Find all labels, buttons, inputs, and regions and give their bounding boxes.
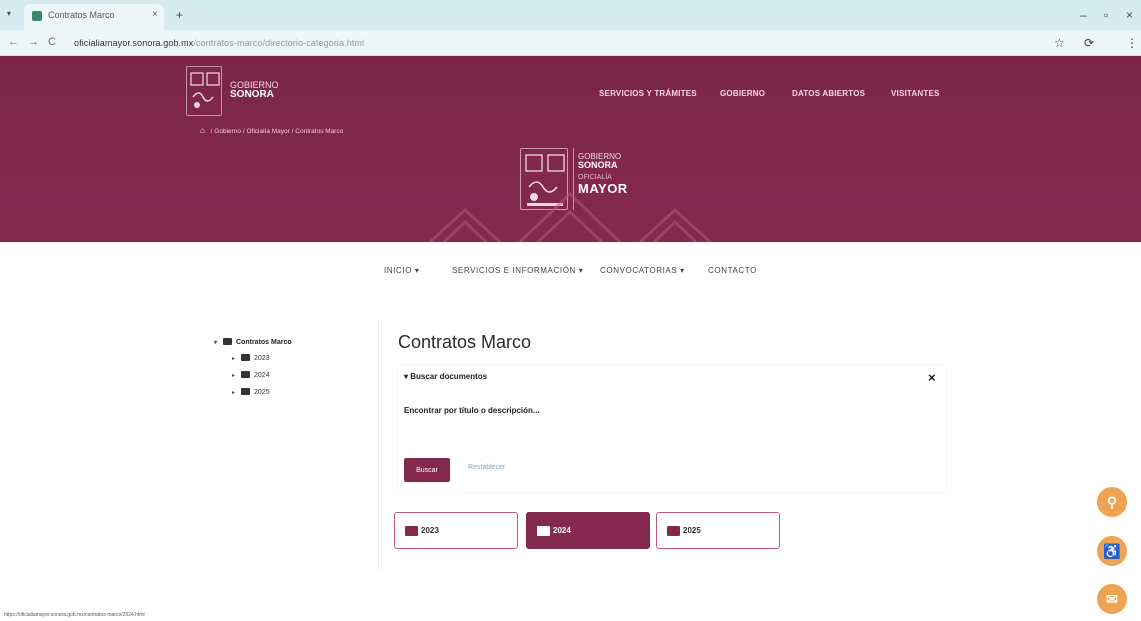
page-title: Contratos Marco xyxy=(398,332,532,352)
new-tab-button[interactable]: + xyxy=(176,8,183,22)
year-card-2024[interactable]: 2024 xyxy=(526,512,650,549)
caret-right-icon[interactable]: ▸ xyxy=(232,356,235,362)
search-label: Encontrar por título o descripción... xyxy=(404,406,540,415)
url-host: oficialiamayor.sonora.gob.mx xyxy=(74,38,194,48)
nav-visitantes[interactable]: VISITANTES xyxy=(891,89,940,98)
year-label: 2023 xyxy=(421,526,439,535)
folder-icon xyxy=(241,388,251,395)
column-divider xyxy=(378,320,379,570)
decorative-pattern-icon xyxy=(428,191,712,242)
tab-close-icon[interactable]: × xyxy=(152,9,158,20)
reset-link[interactable]: Restablecer xyxy=(468,464,505,471)
forward-icon[interactable]: → xyxy=(28,36,39,48)
tree-item-label: 2024 xyxy=(254,372,270,379)
logo-text: GOBIERNO SONORA xyxy=(230,80,279,100)
breadcrumb: ⌂ / Gobierno / Oficialía Mayor / Contrat… xyxy=(200,126,343,135)
window-close-icon[interactable]: × xyxy=(1126,8,1133,22)
status-url: https://oficialiamayor.sonora.gob.mx/con… xyxy=(4,612,145,618)
year-card-2023[interactable]: 2023 xyxy=(394,512,518,549)
search-toggle[interactable]: ▾ Buscar documentos xyxy=(404,372,487,381)
tree-item-2025[interactable]: ▸ 2025 xyxy=(232,388,270,396)
tree-root[interactable]: ▾ Contratos Marco xyxy=(214,338,292,346)
logo-sonora: SONORA xyxy=(230,89,274,100)
sonora-logo-icon[interactable] xyxy=(186,66,222,116)
home-icon[interactable]: ⌂ xyxy=(200,126,205,135)
caret-down-icon[interactable]: ▾ xyxy=(214,340,217,346)
search-panel: ▾ Buscar documentos × Encontrar por títu… xyxy=(398,366,946,492)
oficialia-logo-text: GOBIERNO SONORA OFICIALÍA MAYOR xyxy=(578,152,628,195)
restore-icon[interactable]: ▫ xyxy=(1104,8,1108,22)
subnav-inicio[interactable]: INICIO ▾ xyxy=(384,266,419,275)
breadcrumb-sep: / xyxy=(210,128,213,135)
folder-icon xyxy=(667,526,680,536)
accessibility-icon[interactable]: ♿ xyxy=(1097,536,1127,566)
year-card-2025[interactable]: 2025 xyxy=(656,512,780,549)
browser-tab[interactable]: Contratos Marco × xyxy=(24,4,164,30)
search-icon[interactable]: ⚲ xyxy=(1097,487,1127,517)
browser-tab-bar: ▾ Contratos Marco × + – ▫ × xyxy=(0,0,1141,30)
close-icon[interactable]: × xyxy=(928,370,936,385)
breadcrumb-sep: / xyxy=(242,128,245,135)
buscar-button[interactable]: Buscar xyxy=(404,458,450,482)
caret-right-icon[interactable]: ▸ xyxy=(232,373,235,379)
folder-open-icon xyxy=(223,338,233,345)
tree-item-2024[interactable]: ▸ 2024 xyxy=(232,371,270,379)
folder-icon xyxy=(241,371,251,378)
feedback-icon[interactable]: ✉ xyxy=(1097,584,1127,614)
subnav-convocatorias[interactable]: CONVOCATORIAS ▾ xyxy=(600,266,685,275)
extensions-icon[interactable]: ⟳ xyxy=(1084,36,1094,50)
hero-banner: GOBIERNO SONORA SERVICIOS Y TRÁMITES GOB… xyxy=(0,56,1141,242)
breadcrumb-sep: / xyxy=(291,128,294,135)
reload-icon[interactable]: C xyxy=(48,36,56,48)
minimize-icon[interactable]: – xyxy=(1080,8,1087,22)
tab-title: Contratos Marco xyxy=(48,10,115,20)
nav-datos-abiertos[interactable]: DATOS ABIERTOS xyxy=(792,89,865,98)
favicon-icon xyxy=(32,11,42,21)
subnav-contacto[interactable]: CONTACTO xyxy=(708,266,757,275)
browser-menu-icon[interactable]: ⋮ xyxy=(1126,36,1138,50)
search-input[interactable] xyxy=(404,424,940,442)
tree-root-label: Contratos Marco xyxy=(236,339,292,346)
tree-item-label: 2023 xyxy=(254,355,270,362)
url-field[interactable]: oficialiamayor.sonora.gob.mx/contratos-m… xyxy=(74,38,364,48)
subnav-servicios[interactable]: SERVICIOS E INFORMACIÓN ▾ xyxy=(452,266,583,275)
year-label: 2025 xyxy=(683,526,701,535)
page: ▾ Contratos Marco × + – ▫ × ← → C oficia… xyxy=(0,0,1141,621)
nav-gobierno[interactable]: GOBIERNO xyxy=(720,89,765,98)
tree-item-label: 2025 xyxy=(254,389,270,396)
nav-servicios-tramites[interactable]: SERVICIOS Y TRÁMITES xyxy=(599,89,697,98)
breadcrumb-current: Contratos Marco xyxy=(295,128,344,135)
caret-right-icon[interactable]: ▸ xyxy=(232,390,235,396)
tree-item-2023[interactable]: ▸ 2023 xyxy=(232,354,270,362)
address-bar: ← → C oficialiamayor.sonora.gob.mx/contr… xyxy=(0,30,1141,56)
year-label: 2024 xyxy=(553,526,571,535)
folder-icon xyxy=(537,526,550,536)
url-path: /contratos-marco/directorio-categoria.ht… xyxy=(193,38,365,48)
breadcrumb-oficialia[interactable]: Oficialía Mayor xyxy=(246,128,289,135)
breadcrumb-gobierno[interactable]: Gobierno xyxy=(214,128,241,135)
bookmark-star-icon[interactable]: ☆ xyxy=(1054,36,1065,50)
folder-icon xyxy=(405,526,418,536)
back-icon[interactable]: ← xyxy=(8,36,19,48)
folder-icon xyxy=(241,354,251,361)
emblem-sonora: SONORA xyxy=(578,160,618,170)
tab-list-icon[interactable]: ▾ xyxy=(7,9,11,18)
